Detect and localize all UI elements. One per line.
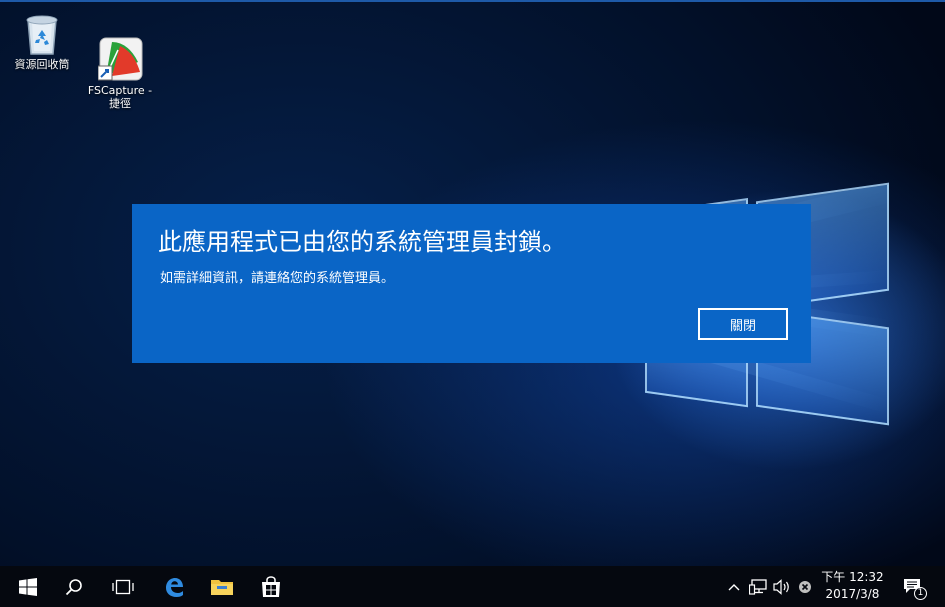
clock[interactable]: 下午 12:32 2017/3/8 <box>815 569 890 603</box>
task-view-button[interactable] <box>99 566 147 607</box>
store-button[interactable] <box>247 566 295 607</box>
search-icon <box>65 578 82 595</box>
file-explorer-icon <box>211 579 233 595</box>
app-blocked-dialog: 此應用程式已由您的系統管理員封鎖。 如需詳細資訊，請連絡您的系統管理員。 關閉 <box>132 204 811 363</box>
search-button[interactable] <box>50 566 98 607</box>
network-button[interactable] <box>747 566 769 607</box>
start-button[interactable] <box>4 566 52 607</box>
volume-button[interactable] <box>771 566 793 607</box>
desktop-icon-fscapture[interactable]: FSCapture - 捷徑 <box>80 10 160 123</box>
windows-start-icon <box>19 577 37 596</box>
error-icon <box>799 580 811 593</box>
desktop-icon-recycle-bin[interactable]: 資源回收筒 <box>2 10 82 71</box>
notification-count-badge: 1 <box>914 586 927 600</box>
taskbar: 下午 12:32 2017/3/8 1 <box>0 566 945 607</box>
error-status-button[interactable] <box>795 566 815 607</box>
chevron-up-icon <box>728 583 740 590</box>
volume-icon <box>773 578 789 595</box>
task-view-icon <box>112 579 134 594</box>
desktop: 資源回收筒 FSCapture - 捷徑 此應用程式已由您的系統管理員封鎖。 如… <box>0 0 945 566</box>
file-explorer-button[interactable] <box>198 566 246 607</box>
dialog-message: 如需詳細資訊，請連絡您的系統管理員。 <box>160 271 395 286</box>
clock-date: 2017/3/8 <box>825 587 880 601</box>
edge-browser-icon <box>166 577 183 597</box>
action-center-button[interactable]: 1 <box>893 566 933 607</box>
recycle-bin-icon <box>20 10 64 55</box>
window-top-border <box>0 0 945 2</box>
show-hidden-icons-button[interactable] <box>724 566 744 607</box>
edge-browser-button[interactable] <box>150 566 198 607</box>
store-icon <box>262 575 280 597</box>
fscapture-icon <box>97 23 143 81</box>
close-button[interactable]: 關閉 <box>698 308 788 340</box>
desktop-icon-label: FSCapture - 捷徑 <box>87 84 153 110</box>
desktop-icon-label: 資源回收筒 <box>14 58 70 71</box>
dialog-title: 此應用程式已由您的系統管理員封鎖。 <box>158 228 566 256</box>
network-icon <box>749 578 767 595</box>
clock-time: 下午 12:32 <box>821 570 884 584</box>
